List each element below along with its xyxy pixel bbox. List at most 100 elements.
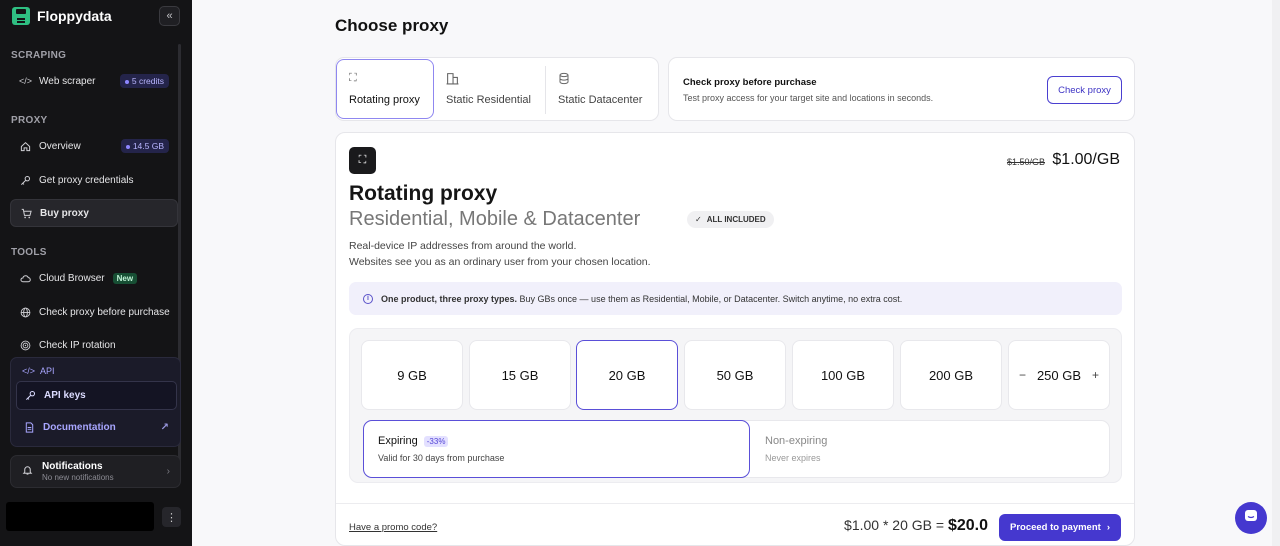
sidebar-item-label: API keys (44, 390, 86, 401)
chat-icon (1244, 509, 1258, 528)
notifications-title: Notifications (42, 461, 103, 472)
product-subtitle: Residential, Mobile & Datacenter (349, 208, 641, 230)
divider (336, 503, 1134, 504)
gb-option-20[interactable]: 20 GB (576, 340, 678, 410)
target-icon (20, 340, 31, 351)
sidebar-item-overview[interactable]: Overview 14.5 GB (10, 132, 178, 160)
sidebar-item-label: Documentation (43, 422, 116, 433)
gb-selector-panel: 9 GB 15 GB 20 GB 50 GB 100 GB 200 GB − 2… (349, 328, 1122, 483)
key-icon (20, 175, 31, 186)
page-scrollbar[interactable] (1272, 0, 1280, 546)
sidebar-item-label: Overview (39, 140, 81, 152)
credits-badge: 5 credits (119, 74, 169, 88)
brand[interactable]: Floppydata (12, 6, 112, 26)
key-icon (25, 390, 36, 401)
expiry-title: Expiring (378, 435, 418, 447)
globe-icon (20, 307, 31, 318)
database-icon (558, 72, 572, 86)
gb-option-9[interactable]: 9 GB (361, 340, 463, 410)
sidebar-item-credentials[interactable]: Get proxy credentials (10, 166, 178, 194)
proceed-to-payment-button[interactable]: Proceed to payment › (999, 514, 1121, 541)
tab-static-residential[interactable]: Static Residential (434, 60, 544, 120)
total-amount: $20.0 (947, 517, 988, 534)
code-icon: </> (22, 366, 36, 376)
section-label-tools: TOOLS (11, 247, 47, 258)
sidebar: Floppydata « SCRAPING </> Web scraper 5 … (0, 0, 192, 546)
gb-custom-stepper: − 250 GB + (1008, 340, 1110, 410)
sidebar-item-label: Web scraper (39, 75, 96, 87)
document-icon (24, 422, 35, 433)
api-section-label: </> API (22, 366, 55, 376)
expiry-selector: Expiring -33% Valid for 30 days from pur… (363, 420, 1110, 478)
discount-badge: -33% (423, 435, 449, 447)
info-icon: i (363, 293, 373, 304)
traffic-badge: 14.5 GB (120, 139, 169, 153)
all-included-badge: ✓ ALL INCLUDED (687, 211, 774, 228)
check-proxy-title: Check proxy before purchase (683, 77, 817, 88)
sidebar-item-label: Cloud Browser (39, 272, 105, 284)
decrement-button[interactable]: − (1019, 368, 1026, 382)
double-chevron-left-icon: « (166, 10, 173, 22)
dots-vertical-icon: ⋮ (166, 511, 177, 524)
product-description-line1: Real-device IP addresses from around the… (349, 240, 577, 252)
order-total: $1.00 * 20 GB = $20.0 (844, 517, 988, 534)
tab-static-datacenter[interactable]: Static Datacenter (546, 60, 660, 120)
chat-support-button[interactable] (1235, 502, 1267, 534)
sidebar-item-label: Check proxy before purchase (39, 306, 170, 318)
sidebar-item-cloud-browser[interactable]: Cloud Browser New (10, 264, 178, 292)
current-price: $1.00/GB (1052, 151, 1120, 168)
notifications-subtitle: No new notifications (42, 473, 114, 482)
info-text: One product, three proxy types. Buy GBs … (381, 293, 903, 304)
sidebar-item-check-ip[interactable]: Check IP rotation (10, 331, 178, 359)
collapse-sidebar-button[interactable]: « (159, 6, 180, 26)
expiry-subtitle: Never expires (765, 453, 821, 463)
expiry-title: Non-expiring (765, 435, 828, 447)
tab-label: Rotating proxy (349, 94, 420, 106)
expiry-subtitle: Valid for 30 days from purchase (378, 453, 505, 463)
sidebar-item-check-proxy[interactable]: Check proxy before purchase (10, 298, 178, 326)
rotate-icon: ⛶ (349, 72, 357, 84)
product-description-line2: Websites see you as an ordinary user fro… (349, 256, 651, 268)
section-label-scraping: SCRAPING (11, 50, 67, 61)
sidebar-item-api-keys[interactable]: API keys (16, 381, 177, 410)
cart-icon (21, 208, 32, 219)
gb-option-15[interactable]: 15 GB (469, 340, 571, 410)
expiry-option-expiring[interactable]: Expiring -33% Valid for 30 days from pur… (363, 420, 750, 478)
external-link-icon: ↗ (160, 422, 169, 433)
gb-option-200[interactable]: 200 GB (900, 340, 1002, 410)
check-icon: ✓ (695, 215, 702, 224)
promo-code-link[interactable]: Have a promo code? (349, 522, 437, 533)
expiry-option-non-expiring[interactable]: Non-expiring Never expires (751, 421, 1111, 479)
product-name: Rotating proxy (349, 182, 498, 205)
chevron-right-icon: › (166, 466, 170, 477)
section-label-proxy: PROXY (11, 115, 48, 126)
brand-name: Floppydata (37, 8, 112, 24)
sidebar-item-label: Check IP rotation (39, 339, 116, 351)
page-title: Choose proxy (335, 16, 449, 35)
sidebar-item-label: Get proxy credentials (39, 174, 134, 186)
notifications-panel[interactable]: Notifications No new notifications › (10, 455, 181, 488)
user-account[interactable] (6, 502, 154, 531)
old-price: $1.50/GB (1006, 157, 1045, 167)
sidebar-item-buy-proxy[interactable]: Buy proxy (10, 199, 178, 227)
check-proxy-description: Test proxy access for your target site a… (683, 93, 934, 103)
api-section: </> API API keys Documentation ↗ (10, 357, 181, 447)
sidebar-item-documentation[interactable]: Documentation ↗ (16, 413, 177, 442)
gb-option-100[interactable]: 100 GB (792, 340, 894, 410)
gb-option-50[interactable]: 50 GB (684, 340, 786, 410)
increment-button[interactable]: + (1092, 368, 1099, 382)
gb-custom-value[interactable]: 250 GB (1037, 368, 1081, 383)
floppy-disk-icon (12, 7, 30, 25)
check-proxy-card: Check proxy before purchase Test proxy a… (668, 57, 1135, 121)
sidebar-item-label: Buy proxy (40, 207, 89, 219)
chevron-right-icon: › (1106, 522, 1110, 533)
tab-label: Static Datacenter (558, 94, 643, 106)
sidebar-item-web-scraper[interactable]: </> Web scraper 5 credits (10, 67, 178, 95)
tab-label: Static Residential (446, 94, 531, 106)
check-proxy-button[interactable]: Check proxy (1047, 76, 1122, 104)
tab-rotating-proxy[interactable]: ⛶ Rotating proxy (336, 59, 434, 119)
proxy-type-selector: ⛶ Rotating proxy Static Residential Stat… (335, 57, 659, 121)
home-icon (20, 141, 31, 152)
code-icon: </> (19, 76, 33, 86)
more-options-button[interactable]: ⋮ (162, 507, 181, 527)
